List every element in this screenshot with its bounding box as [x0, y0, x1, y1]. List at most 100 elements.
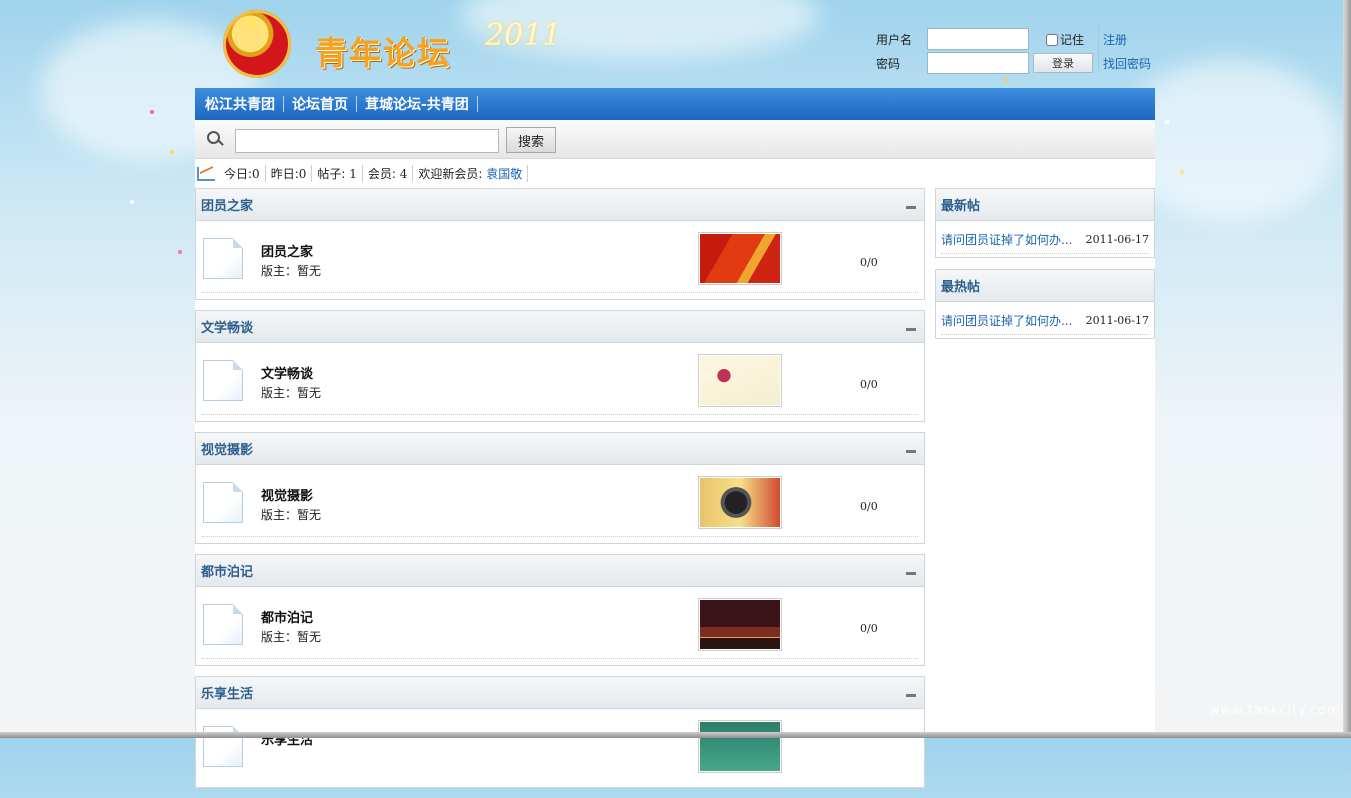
stat-members: 会员: 4	[363, 165, 414, 182]
board-thumbnail[interactable]	[698, 232, 782, 285]
collapse-icon[interactable]	[906, 206, 916, 209]
latest-posts-title: 最新帖	[936, 189, 1154, 221]
board-document-icon	[203, 482, 243, 523]
list-item: 请问团员证掉了如何办... 2011-06-17	[936, 221, 1154, 257]
board-thumbnail[interactable]	[698, 720, 782, 773]
password-label: 密码	[876, 57, 901, 71]
stat-today: 今日:0	[219, 165, 266, 182]
collapse-icon[interactable]	[906, 694, 916, 697]
post-date: 2011-06-17	[1085, 232, 1149, 246]
forum-section-header: 文学畅谈	[196, 311, 924, 343]
search-icon	[207, 131, 220, 144]
divider	[202, 292, 918, 293]
board-document-icon	[203, 238, 243, 279]
board-name[interactable]: 团员之家	[261, 241, 313, 260]
window-frame	[1343, 0, 1351, 738]
forum-section-header: 视觉摄影	[196, 433, 924, 465]
nav-item-forum-home[interactable]: 论坛首页	[284, 94, 356, 114]
forum-section-header: 都市泊记	[196, 555, 924, 587]
divider	[202, 536, 918, 537]
remember-checkbox[interactable]	[1046, 33, 1058, 46]
firework-dot	[130, 200, 134, 204]
login-button[interactable]: 登录	[1033, 53, 1093, 73]
leisure-image	[700, 722, 780, 771]
register-link[interactable]: 注册	[1103, 31, 1127, 48]
main-container: 松江共青团 论坛首页 茸城论坛-共青团 搜索 今日:0 昨日:0 帖子: 1 会…	[195, 88, 1155, 788]
search-input[interactable]	[235, 129, 499, 153]
nav-separator	[476, 96, 478, 112]
star-icon: ★	[243, 12, 260, 33]
password-input[interactable]	[927, 52, 1029, 74]
firework-dot	[178, 250, 182, 254]
firework-dot	[150, 110, 154, 114]
forum-section: 团员之家 团员之家 版主：暂无 0/0	[195, 188, 925, 300]
board-name[interactable]: 文学畅谈	[261, 363, 313, 382]
board-counts: 0/0	[860, 622, 878, 635]
board-moderator: 版主：暂无	[261, 386, 322, 400]
collapse-icon[interactable]	[906, 450, 916, 453]
window-frame	[0, 732, 1351, 738]
board-moderator: 版主：暂无	[261, 264, 322, 278]
watermark: www.taskcity.com	[1209, 703, 1341, 718]
site-logo[interactable]: ★ 青年论坛 2011	[195, 0, 595, 88]
divider	[1098, 26, 1099, 72]
search-bar: 搜索	[195, 120, 1155, 159]
board-row: 视觉摄影 版主：暂无 0/0	[196, 465, 924, 543]
forgot-password-link[interactable]: 找回密码	[1103, 55, 1151, 72]
firework-dot	[1180, 170, 1184, 174]
forum-section: 文学畅谈 文学畅谈 版主：暂无 0/0	[195, 310, 925, 422]
post-date: 2011-06-17	[1085, 313, 1149, 327]
camera-image	[700, 478, 780, 527]
board-counts: 0/0	[860, 500, 878, 513]
collapse-icon[interactable]	[906, 572, 916, 575]
collapse-icon[interactable]	[906, 328, 916, 331]
remember-me[interactable]: 记住	[1046, 31, 1084, 48]
latest-posts-panel: 最新帖 请问团员证掉了如何办... 2011-06-17	[935, 188, 1155, 258]
forum-list: 团员之家 团员之家 版主：暂无 0/0 文学畅谈 文学畅谈 版主：暂无 0/0 …	[195, 188, 925, 798]
year-logo: 2011	[485, 18, 562, 53]
board-row: 文学畅谈 版主：暂无 0/0	[196, 343, 924, 421]
forum-section-title[interactable]: 都市泊记	[201, 561, 253, 580]
forum-section-title[interactable]: 团员之家	[201, 195, 253, 214]
top-nav: 松江共青团 论坛首页 茸城论坛-共青团	[195, 88, 1155, 120]
board-thumbnail[interactable]	[698, 476, 782, 529]
forum-section-title[interactable]: 文学畅谈	[201, 317, 253, 336]
city-night-image	[700, 600, 780, 649]
username-input[interactable]	[927, 28, 1029, 50]
username-label: 用户名	[876, 33, 913, 47]
post-link[interactable]: 请问团员证掉了如何办...	[941, 231, 1072, 248]
stat-yesterday: 昨日:0	[266, 165, 313, 182]
forum-section-header: 团员之家	[196, 189, 924, 221]
forum-section: 视觉摄影 视觉摄影 版主：暂无 0/0	[195, 432, 925, 544]
divider	[202, 414, 918, 415]
hot-posts-title: 最热帖	[936, 270, 1154, 302]
firework-dot	[1165, 120, 1169, 124]
stat-new-member: 欢迎新会员: 袁国敬	[413, 165, 529, 182]
chart-icon	[197, 166, 215, 181]
sidebar: 最新帖 请问团员证掉了如何办... 2011-06-17 最热帖 请问团员证掉了…	[935, 188, 1155, 350]
stat-posts: 帖子: 1	[312, 165, 363, 182]
list-item: 请问团员证掉了如何办... 2011-06-17	[936, 302, 1154, 338]
board-thumbnail[interactable]	[698, 598, 782, 651]
board-counts: 0/0	[860, 378, 878, 391]
board-row: 都市泊记 版主：暂无 0/0	[196, 587, 924, 665]
party-flag-image	[700, 234, 780, 283]
board-moderator: 版主：暂无	[261, 630, 322, 644]
search-button[interactable]: 搜索	[506, 127, 556, 153]
site-title: 青年论坛	[315, 34, 452, 72]
board-name[interactable]: 都市泊记	[261, 607, 313, 626]
board-document-icon	[203, 360, 243, 401]
nav-item-rongcheng-forum[interactable]: 茸城论坛-共青团	[357, 94, 477, 114]
post-link[interactable]: 请问团员证掉了如何办...	[941, 312, 1072, 329]
nav-item-songjiang-league[interactable]: 松江共青团	[197, 94, 283, 114]
forum-section-title[interactable]: 乐享生活	[201, 683, 253, 702]
board-thumbnail[interactable]	[698, 354, 782, 407]
new-member-link[interactable]: 袁国敬	[486, 167, 522, 181]
board-document-icon	[203, 604, 243, 645]
board-row: 乐享生活	[196, 709, 924, 787]
forum-section-title[interactable]: 视觉摄影	[201, 439, 253, 458]
forum-stats: 今日:0 昨日:0 帖子: 1 会员: 4 欢迎新会员: 袁国敬	[195, 159, 1155, 188]
board-name[interactable]: 视觉摄影	[261, 485, 313, 504]
forum-section: 都市泊记 都市泊记 版主：暂无 0/0	[195, 554, 925, 666]
board-row: 团员之家 版主：暂无 0/0	[196, 221, 924, 299]
